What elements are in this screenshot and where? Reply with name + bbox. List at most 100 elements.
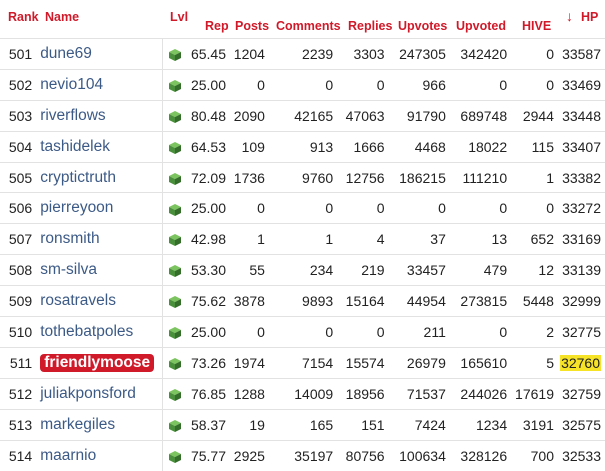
rep-cell: 76.85 <box>190 385 227 402</box>
hp-cell: 33587 <box>562 45 601 62</box>
account-name[interactable]: friendlymoose <box>40 347 162 378</box>
account-name-link[interactable]: ronsmith <box>40 230 99 247</box>
level-icon-cell <box>161 254 184 286</box>
rank-cell: 505 <box>8 169 33 186</box>
account-name-link[interactable]: juliakponsford <box>40 385 136 402</box>
hive-cell: 115 <box>531 138 554 155</box>
replies-cell: 12756 <box>345 169 385 186</box>
upvoted-cell: 0 <box>499 200 508 217</box>
account-name-link[interactable]: tothebatpoles <box>40 323 133 340</box>
header-hp[interactable]: HP <box>581 10 598 24</box>
hp-cell: 32759 <box>562 385 601 402</box>
account-name-link[interactable]: maarnio <box>40 447 96 464</box>
hp-highlight: 32760 <box>560 354 601 371</box>
account-name[interactable]: dune69 <box>40 39 162 70</box>
table-row: 509 rosatravels 75.62 3878 9893 15164 44… <box>0 285 605 317</box>
upvoted-cell: 1234 <box>475 416 508 433</box>
account-name-link[interactable]: pierreyoon <box>40 199 113 216</box>
hive-cell: 2 <box>546 323 554 340</box>
level-icon-cell <box>161 223 184 255</box>
level-icon-cell <box>161 285 184 317</box>
upvoted-cell: 0 <box>499 76 508 93</box>
account-name[interactable]: tothebatpoles <box>40 317 162 348</box>
account-name-link[interactable]: riverflows <box>40 107 105 124</box>
rep-cell: 42.98 <box>190 231 227 248</box>
header-comments[interactable]: Comments <box>276 19 341 33</box>
replies-cell: 151 <box>361 416 385 433</box>
account-name-link[interactable]: markegiles <box>40 416 115 433</box>
account-name[interactable]: nevio104 <box>40 69 162 100</box>
upvotes-cell: 33457 <box>406 262 446 279</box>
table-header: Rank Name Lvl Rep Posts Comments Replies… <box>0 0 605 38</box>
hp-cell: 33272 <box>562 200 601 217</box>
hive-cell: 3191 <box>522 416 554 433</box>
header-lvl[interactable]: Lvl <box>170 10 188 24</box>
green-cube-icon <box>168 110 181 123</box>
comments-cell: 14009 <box>294 385 334 402</box>
green-cube-icon <box>168 234 181 247</box>
account-name[interactable]: riverflows <box>40 100 162 131</box>
upvotes-cell: 211 <box>423 323 446 340</box>
account-name[interactable]: cryptictruth <box>40 162 162 193</box>
green-cube-icon <box>168 172 181 185</box>
header-posts[interactable]: Posts <box>235 19 269 33</box>
hive-cell: 17619 <box>515 385 554 402</box>
sort-down-arrow-icon[interactable]: ↓ <box>566 8 573 24</box>
account-name[interactable]: juliakponsford <box>40 378 162 409</box>
account-name-link[interactable]: friendlymoose <box>40 353 155 372</box>
account-name-link[interactable]: rosatravels <box>40 292 116 309</box>
level-icon-cell <box>161 316 184 348</box>
level-icon-cell <box>161 192 184 224</box>
rank-cell: 501 <box>8 45 33 62</box>
upvoted-cell: 273815 <box>460 293 508 310</box>
level-icon-cell <box>161 162 184 193</box>
account-name-link[interactable]: tashidelek <box>40 138 110 155</box>
header-hive[interactable]: HIVE <box>522 19 551 33</box>
green-cube-icon <box>168 49 181 62</box>
account-name[interactable]: tashidelek <box>40 131 162 162</box>
header-rep[interactable]: Rep <box>205 19 229 33</box>
posts-cell: 1736 <box>233 169 265 186</box>
account-name[interactable]: pierreyoon <box>40 193 162 224</box>
account-name-link[interactable]: nevio104 <box>40 76 103 93</box>
replies-cell: 1666 <box>353 138 385 155</box>
table-row: 501 dune69 65.45 1204 2239 3303 247305 3… <box>0 38 605 70</box>
hp-cell: 33448 <box>562 107 601 124</box>
posts-cell: 0 <box>257 76 265 93</box>
account-name[interactable]: sm-silva <box>40 255 162 286</box>
green-cube-icon <box>168 265 181 278</box>
header-replies[interactable]: Replies <box>348 19 392 33</box>
upvoted-cell: 479 <box>483 262 508 279</box>
account-name[interactable]: maarnio <box>40 440 162 471</box>
account-name[interactable]: rosatravels <box>40 286 162 317</box>
header-upvotes[interactable]: Upvotes <box>398 19 447 33</box>
hive-cell: 0 <box>546 45 554 62</box>
posts-cell: 3878 <box>233 293 265 310</box>
comments-cell: 1 <box>325 231 334 248</box>
header-rank[interactable]: Rank <box>8 10 39 24</box>
hp-cell: 32775 <box>562 323 601 340</box>
upvoted-cell: 689748 <box>460 107 508 124</box>
posts-cell: 1 <box>257 231 265 248</box>
accounts-table: 501 dune69 65.45 1204 2239 3303 247305 3… <box>0 38 605 471</box>
account-name[interactable]: ronsmith <box>40 224 162 255</box>
hp-cell: 33139 <box>562 262 601 279</box>
comments-cell: 35197 <box>294 447 334 464</box>
table-row: 505 cryptictruth 72.09 1736 9760 12756 1… <box>0 162 605 193</box>
replies-cell: 15164 <box>345 293 385 310</box>
account-name-link[interactable]: dune69 <box>40 45 92 62</box>
posts-cell: 2090 <box>233 107 265 124</box>
table-row: 512 juliakponsford 76.85 1288 14009 1895… <box>0 378 605 410</box>
header-name[interactable]: Name <box>45 10 79 24</box>
account-name-link[interactable]: sm-silva <box>40 261 97 278</box>
account-name[interactable]: markegiles <box>40 409 162 440</box>
account-name-link[interactable]: cryptictruth <box>40 169 116 186</box>
header-upvoted[interactable]: Upvoted <box>456 19 506 33</box>
upvotes-cell: 91790 <box>406 107 446 124</box>
rep-cell: 73.26 <box>190 354 227 371</box>
green-cube-icon <box>168 327 181 340</box>
table-row: 514 maarnio 75.77 2925 35197 80756 10063… <box>0 440 605 471</box>
upvoted-cell: 342420 <box>460 45 508 62</box>
level-icon-cell <box>161 409 184 441</box>
hive-cell: 0 <box>546 76 554 93</box>
